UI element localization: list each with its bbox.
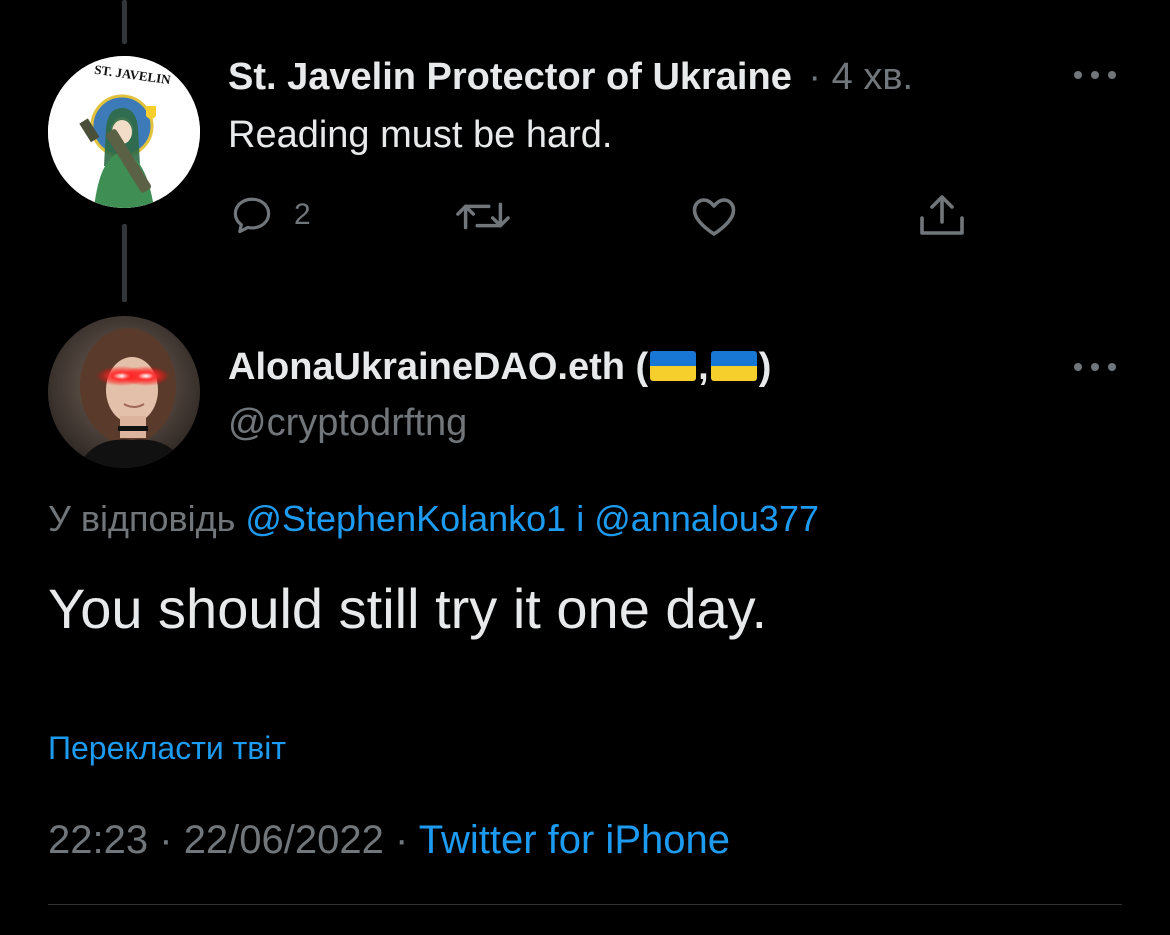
- tweet1-text: Reading must be hard.: [228, 114, 613, 156]
- translate-tweet-link[interactable]: Перекласти твіт: [48, 730, 286, 767]
- avatar-alona[interactable]: [48, 316, 200, 468]
- tweet2-date: 22/06/2022: [183, 818, 384, 862]
- tweet2-more-button[interactable]: [1072, 360, 1118, 378]
- divider: [48, 904, 1122, 905]
- tweet2-meta: 22:23 · 22/06/2022 · Twitter for iPhone: [48, 818, 730, 863]
- like-button[interactable]: [690, 194, 738, 238]
- retweet-icon: [456, 202, 510, 230]
- more-icon: [1074, 71, 1116, 79]
- retweet-button[interactable]: [454, 196, 512, 236]
- like-icon: [692, 198, 736, 236]
- tweet1-time[interactable]: 4 хв.: [832, 56, 913, 98]
- thread-line-bottom: [122, 224, 127, 302]
- tweet1-more-button[interactable]: [1072, 68, 1118, 86]
- more-icon: [1074, 363, 1116, 371]
- reply-button[interactable]: 2: [230, 194, 311, 236]
- meta-separator-1: ·: [159, 818, 173, 862]
- thread-line-top: [122, 0, 127, 44]
- reply-label: У відповідь: [48, 498, 236, 539]
- share-icon: [920, 195, 964, 235]
- reply-user-link-1[interactable]: @StephenKolanko1: [245, 498, 566, 539]
- reply-context: У відповідь @StephenKolanko1 і @annalou3…: [48, 498, 819, 540]
- tweet1-display-name[interactable]: St. Javelin Protector of Ukraine: [228, 56, 792, 98]
- share-button[interactable]: [916, 192, 968, 240]
- tweet2-text: You should still try it one day.: [48, 577, 768, 640]
- ukraine-flag-1: [650, 351, 697, 381]
- reply-conjunction: і: [576, 498, 585, 539]
- tweet2-handle[interactable]: @cryptodrftng: [228, 402, 467, 445]
- reply-user-link-2[interactable]: @annalou377: [594, 498, 819, 539]
- tweet2-time: 22:23: [48, 818, 149, 862]
- reply-count: 2: [294, 198, 311, 231]
- meta-separator-2: ·: [395, 818, 409, 862]
- reply-icon: [233, 197, 271, 234]
- tweet2-display-name[interactable]: AlonaUkraineDAO.eth (,): [228, 346, 771, 389]
- tweet1-separator: ·: [808, 56, 822, 98]
- ukraine-flag-2: [710, 351, 757, 381]
- avatar-st-javelin[interactable]: ST. JAVELIN: [48, 56, 200, 208]
- tweet1-header: St. Javelin Protector of Ukraine · 4 хв.: [228, 56, 913, 99]
- tweet2-source-link[interactable]: Twitter for iPhone: [419, 818, 730, 862]
